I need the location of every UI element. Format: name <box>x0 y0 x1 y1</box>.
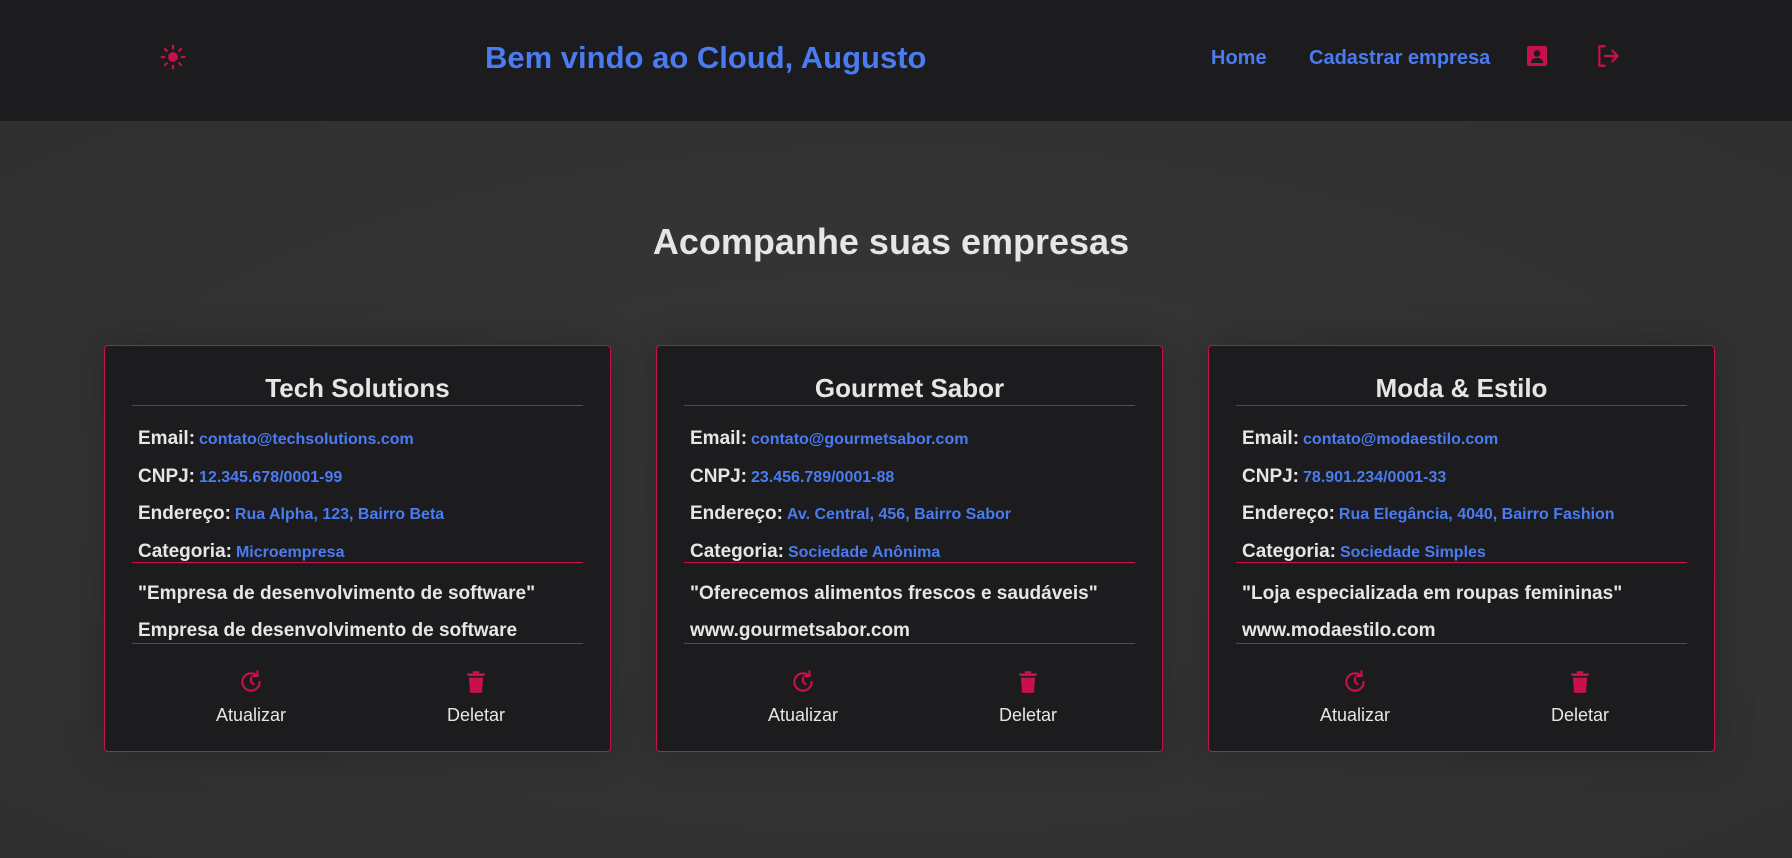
update-label: Atualizar <box>1319 705 1391 725</box>
company-email-row: Email: contato@gourmetsabor.com <box>690 428 968 450</box>
company-category-value: Sociedade Simples <box>1339 544 1486 561</box>
company-cnpj-row: CNPJ: 78.901.234/0001-33 <box>1242 466 1446 488</box>
category-label: Categoria: <box>1242 541 1336 562</box>
refresh-icon <box>793 670 813 692</box>
logout-button[interactable] <box>1594 42 1622 70</box>
company-category-row: Categoria: Sociedade Anônima <box>690 541 940 563</box>
card-divider <box>1236 643 1687 644</box>
company-card: Tech Solutions Email: contato@techsolutio… <box>104 345 611 752</box>
company-description: "Loja especializada em roupas femininas" <box>1242 583 1623 604</box>
company-cnpj-value: 78.901.234/0001-33 <box>1303 469 1447 486</box>
company-address-value: Av. Central, 456, Bairro Sabor <box>786 506 1011 523</box>
company-email-value: contato@techsolutions.com <box>199 431 414 448</box>
top-header: Bem vindo ao Cloud, Augusto Home Cadastr… <box>0 0 1792 121</box>
address-label: Endereço: <box>138 503 231 524</box>
company-address-value: Rua Alpha, 123, Bairro Beta <box>234 506 445 523</box>
delete-label: Deletar <box>446 705 506 725</box>
company-category-row: Categoria: Microempresa <box>138 541 344 563</box>
card-divider <box>132 562 583 563</box>
company-email-value: contato@gourmetsabor.com <box>751 431 969 448</box>
company-name: Gourmet Sabor <box>684 373 1135 406</box>
company-site: www.gourmetsabor.com <box>690 620 910 641</box>
email-label: Email: <box>1242 428 1300 449</box>
delete-label: Deletar <box>1550 705 1610 725</box>
company-email-row: Email: contato@techsolutions.com <box>138 428 414 450</box>
company-name: Moda & Estilo <box>1236 373 1687 406</box>
update-label: Atualizar <box>767 705 839 725</box>
welcome-title: Bem vindo ao Cloud, Augusto <box>485 40 927 75</box>
company-category-row: Categoria: Sociedade Simples <box>1242 541 1486 563</box>
company-category-value: Microempresa <box>235 544 345 561</box>
company-cnpj-row: CNPJ: 23.456.789/0001-88 <box>690 466 894 488</box>
company-email-row: Email: contato@modaestilo.com <box>1242 428 1498 450</box>
logout-icon <box>1598 45 1619 67</box>
company-email-value: contato@modaestilo.com <box>1303 431 1499 448</box>
company-cnpj-value: 23.456.789/0001-88 <box>751 469 895 486</box>
cnpj-label: CNPJ: <box>138 466 196 487</box>
trash-icon <box>467 671 485 693</box>
card-divider <box>684 562 1135 563</box>
address-label: Endereço: <box>1242 503 1335 524</box>
update-button[interactable]: Atualizar <box>1295 661 1415 731</box>
address-label: Endereço: <box>690 503 783 524</box>
card-divider <box>684 643 1135 644</box>
refresh-icon <box>241 670 261 692</box>
profile-icon <box>1527 46 1547 66</box>
update-label: Atualizar <box>215 705 287 725</box>
profile-button[interactable] <box>1523 42 1551 70</box>
update-button[interactable]: Atualizar <box>743 661 863 731</box>
company-card: Moda & Estilo Email: contato@modaestilo.c… <box>1208 345 1715 752</box>
card-divider <box>132 643 583 644</box>
company-address-row: Endereço: Av. Central, 456, Bairro Sabor <box>690 503 1011 525</box>
company-site: Empresa de desenvolvimento de software <box>138 620 518 641</box>
email-label: Email: <box>690 428 748 449</box>
delete-button[interactable]: Deletar <box>968 661 1088 731</box>
company-address-value: Rua Elegância, 4040, Bairro Fashion <box>1338 506 1615 523</box>
main-content: Acompanhe suas empresas Tech Solutions E… <box>0 121 1792 858</box>
company-card: Gourmet Sabor Email: contato@gourmetsabor… <box>656 345 1163 752</box>
cnpj-label: CNPJ: <box>1242 466 1300 487</box>
update-button[interactable]: Atualizar <box>191 661 311 731</box>
company-category-value: Sociedade Anônima <box>787 544 941 561</box>
card-divider <box>1236 562 1687 563</box>
company-site: www.modaestilo.com <box>1242 620 1436 641</box>
theme-toggle-button[interactable] <box>158 42 188 72</box>
company-cnpj-row: CNPJ: 12.345.678/0001-99 <box>138 466 342 488</box>
refresh-icon <box>1345 670 1365 692</box>
email-label: Email: <box>138 428 196 449</box>
category-label: Categoria: <box>690 541 784 562</box>
company-description: "Oferecemos alimentos frescos e saudávei… <box>690 583 1098 604</box>
nav-cadastrar-empresa-link[interactable]: Cadastrar empresa <box>1309 47 1490 70</box>
delete-button[interactable]: Deletar <box>416 661 536 731</box>
delete-label: Deletar <box>998 705 1058 725</box>
company-address-row: Endereço: Rua Elegância, 4040, Bairro Fas… <box>1242 503 1615 525</box>
delete-button[interactable]: Deletar <box>1520 661 1640 731</box>
nav-home-link[interactable]: Home <box>1211 47 1267 70</box>
cnpj-label: CNPJ: <box>690 466 748 487</box>
trash-icon <box>1019 671 1037 693</box>
company-description: "Empresa de desenvolvimento de software" <box>138 583 536 604</box>
category-label: Categoria: <box>138 541 232 562</box>
company-name: Tech Solutions <box>132 373 583 406</box>
sun-icon <box>160 44 186 70</box>
page-title: Acompanhe suas empresas <box>652 221 1130 262</box>
company-address-row: Endereço: Rua Alpha, 123, Bairro Beta <box>138 503 444 525</box>
company-cnpj-value: 12.345.678/0001-99 <box>199 469 343 486</box>
trash-icon <box>1571 671 1589 693</box>
